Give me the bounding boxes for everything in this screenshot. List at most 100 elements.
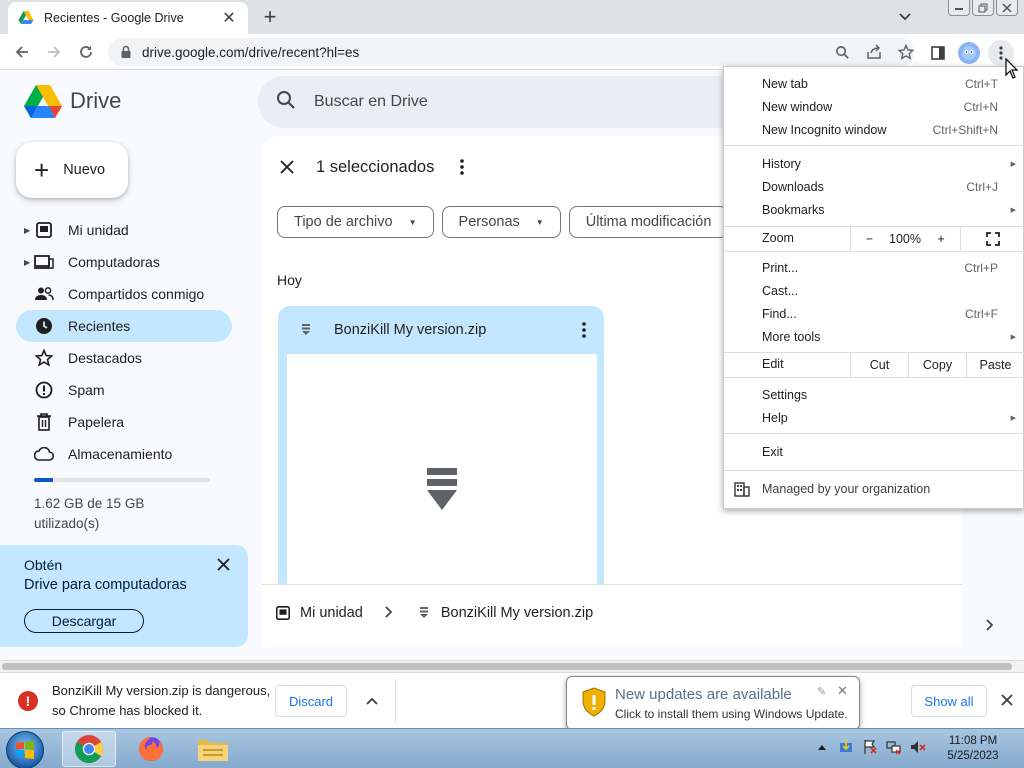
lock-icon[interactable] (118, 44, 134, 60)
scrollbar-thumb[interactable] (2, 663, 1012, 670)
windows-update-balloon[interactable]: New updates are available Click to insta… (566, 676, 860, 730)
network-icon[interactable] (886, 739, 902, 755)
filter-modified[interactable]: Última modificación (568, 206, 729, 238)
volume-muted-icon[interactable] (910, 739, 926, 755)
menu-item-find[interactable]: Find... Ctrl+F (724, 302, 1024, 325)
sidebar-item-spam[interactable]: Spam (16, 374, 232, 406)
storage-meter[interactable]: 1.62 GB de 15 GB utilizado(s) (34, 478, 210, 534)
show-all-button[interactable]: Show all (911, 685, 987, 717)
menu-item-bookmarks[interactable]: Bookmarks ▶ (724, 198, 1024, 221)
breadcrumb-root[interactable]: Mi unidad (300, 605, 363, 621)
share-icon[interactable] (862, 40, 886, 64)
horizontal-scrollbar[interactable] (0, 660, 1024, 672)
expand-caret-icon[interactable]: ▶ (24, 226, 30, 235)
start-button[interactable] (6, 731, 44, 768)
close-window-button[interactable] (996, 0, 1018, 16)
menu-separator (724, 470, 1024, 471)
zip-file-icon (415, 604, 433, 622)
taskbar-firefox[interactable] (124, 731, 178, 767)
menu-item-exit[interactable]: Exit (724, 440, 1024, 463)
new-button[interactable]: + Nuevo (16, 142, 128, 198)
zoom-in-button[interactable]: + (922, 227, 960, 251)
search-icon[interactable] (276, 90, 296, 115)
search-icon[interactable] (830, 40, 854, 64)
forward-icon[interactable] (42, 40, 66, 64)
windows-update-tray-icon[interactable] (838, 739, 854, 755)
sidebar-item-almacenamiento[interactable]: Almacenamiento (16, 438, 232, 470)
menu-item-new-tab[interactable]: New tab Ctrl+T (724, 72, 1024, 95)
browser-tab[interactable]: Recientes - Google Drive ✕ (8, 2, 248, 34)
menu-item-cast[interactable]: Cast... (724, 279, 1024, 302)
shelf-divider (395, 679, 396, 723)
menu-item-print[interactable]: Print... Ctrl+P (724, 256, 1024, 279)
window-controls (948, 0, 1018, 16)
zoom-out-button[interactable]: − (850, 227, 888, 251)
side-panel-icon[interactable] (926, 41, 950, 65)
action-center-flag-icon[interactable] (862, 739, 878, 755)
menu-item-help[interactable]: Help ▶ (724, 406, 1024, 429)
taskbar-chrome[interactable] (62, 731, 116, 767)
file-card[interactable]: BonziKill My version.zip (278, 306, 604, 586)
sidebar-item-papelera[interactable]: Papelera (16, 406, 232, 438)
promo-close-icon[interactable] (214, 555, 232, 573)
managed-by-org[interactable]: Managed by your organization (724, 476, 1024, 502)
sidebar-item-destacados[interactable]: Destacados (16, 342, 232, 374)
download-drive-button[interactable]: Descargar (24, 609, 144, 633)
tray-expand-icon[interactable] (814, 739, 830, 755)
chevron-up-icon[interactable] (362, 689, 382, 713)
reload-icon[interactable] (74, 40, 98, 64)
mouse-cursor-icon (1005, 58, 1019, 79)
file-more-icon[interactable] (572, 318, 596, 342)
expand-caret-icon[interactable]: ▶ (24, 258, 30, 267)
drive-logo[interactable]: Drive (24, 84, 121, 118)
more-actions-icon[interactable] (452, 157, 472, 177)
cloud-icon (34, 444, 54, 464)
pin-icon[interactable]: ✎ (817, 685, 826, 698)
taskbar-clock[interactable]: 11:08 PM 5/25/2023 (930, 734, 1016, 764)
computer-icon (34, 252, 54, 272)
sidebar-item-computadoras[interactable]: ▶ Computadoras (16, 246, 232, 278)
minimize-button[interactable] (948, 0, 970, 16)
copy-button[interactable]: Copy (908, 353, 966, 377)
clear-selection-icon[interactable] (276, 156, 298, 178)
fullscreen-icon[interactable] (960, 227, 1024, 251)
bookmark-star-icon[interactable] (894, 40, 918, 64)
breadcrumb-file[interactable]: BonziKill My version.zip (441, 605, 593, 621)
address-bar[interactable]: drive.google.com/drive/recent?hl=es (108, 38, 914, 66)
url-text: drive.google.com/drive/recent?hl=es (142, 44, 360, 60)
balloon-close-icon[interactable]: ✕ (837, 683, 848, 699)
filter-people[interactable]: Personas ▼ (441, 206, 561, 238)
sidebar-item-recientes[interactable]: Recientes (16, 310, 232, 342)
paste-button[interactable]: Paste (966, 353, 1024, 377)
tab-close-icon[interactable]: ✕ (220, 9, 238, 27)
file-thumbnail[interactable] (287, 354, 597, 586)
balloon-subtitle: Click to install them using Windows Upda… (615, 707, 848, 721)
sidebar-item-compartidos[interactable]: Compartidos conmigo (16, 278, 232, 310)
new-tab-button[interactable]: + (258, 4, 282, 29)
menu-separator (724, 377, 1024, 378)
close-shelf-icon[interactable] (996, 689, 1018, 711)
windows-update-shield-icon (582, 687, 606, 717)
menu-item-history[interactable]: History ▶ (724, 152, 1024, 175)
restore-button[interactable] (972, 0, 994, 16)
menu-item-new-incognito[interactable]: New Incognito window Ctrl+Shift+N (724, 118, 1024, 141)
menu-item-settings[interactable]: Settings (724, 383, 1024, 406)
discard-button[interactable]: Discard (275, 685, 347, 717)
cut-button[interactable]: Cut (850, 353, 908, 377)
google-drive-favicon-icon (18, 10, 34, 26)
sidebar-item-label: Computadoras (68, 254, 160, 270)
people-icon (34, 284, 54, 304)
zoom-level: 100% (889, 232, 921, 246)
taskbar-explorer[interactable] (186, 731, 240, 767)
sidebar-item-mi-unidad[interactable]: ▶ Mi unidad (16, 214, 232, 246)
menu-item-new-window[interactable]: New window Ctrl+N (724, 95, 1024, 118)
folder-icon (198, 740, 228, 761)
profile-avatar[interactable] (958, 42, 980, 64)
menu-item-more-tools[interactable]: More tools ▶ (724, 325, 1024, 348)
back-icon[interactable] (10, 40, 34, 64)
filter-file-type[interactable]: Tipo de archivo ▼ (277, 206, 434, 238)
side-panel-chevron-icon[interactable] (986, 618, 994, 636)
browser-toolbar: drive.google.com/drive/recent?hl=es (0, 34, 1024, 70)
tab-search-chevron-icon[interactable] (894, 6, 916, 28)
menu-item-downloads[interactable]: Downloads Ctrl+J (724, 175, 1024, 198)
